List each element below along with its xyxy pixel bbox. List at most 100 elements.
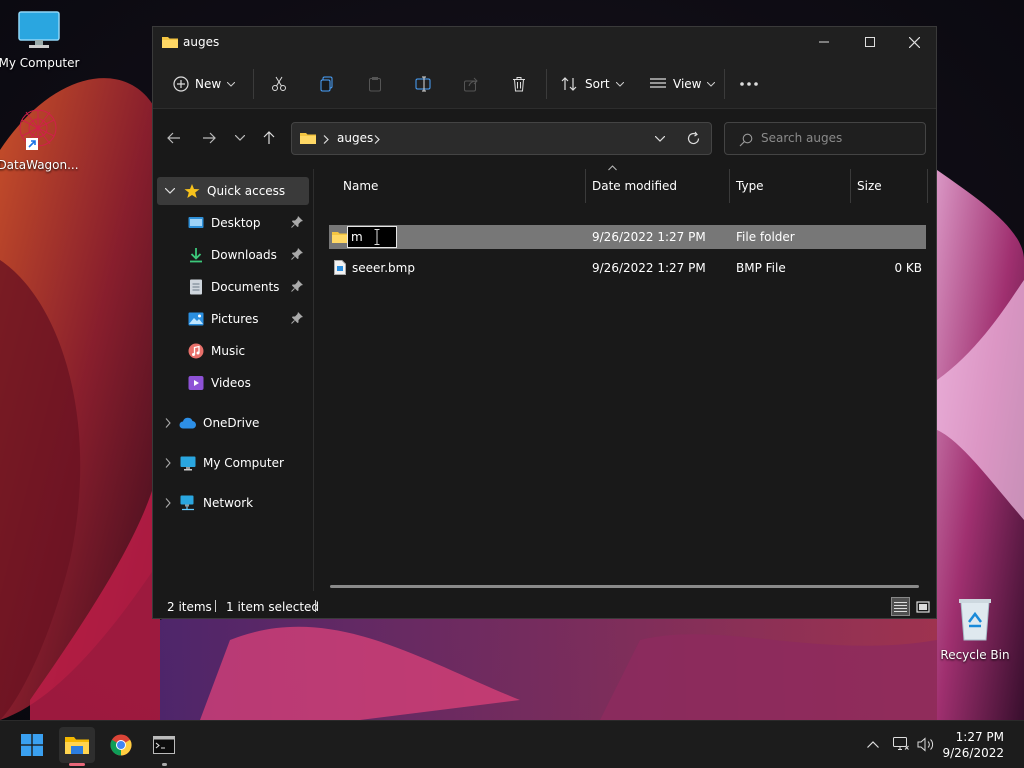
horizontal-scrollbar[interactable] [330, 585, 919, 588]
column-header-size[interactable]: Size [851, 169, 927, 203]
nav-item-network[interactable]: Network [157, 489, 309, 517]
pane-divider[interactable] [313, 169, 314, 591]
chevron-right-icon [374, 135, 380, 144]
scissors-icon [272, 76, 286, 91]
address-bar[interactable]: auges [291, 122, 712, 155]
active-app-indicator [69, 763, 85, 766]
new-button[interactable]: New [173, 71, 236, 97]
nav-item-videos[interactable]: Videos [157, 369, 309, 397]
rename-input[interactable] [347, 226, 397, 248]
network-icon [179, 494, 197, 512]
delete-button[interactable] [511, 71, 527, 97]
taskbar: 1:27 PM 9/26/2022 [0, 720, 1024, 768]
nav-item-label: Videos [211, 376, 251, 390]
refresh-icon[interactable] [686, 131, 701, 146]
file-type: File folder [736, 230, 795, 244]
nav-item-label: Network [203, 496, 254, 510]
column-header-label: Date modified [592, 179, 678, 193]
file-row-folder[interactable]: 9/26/2022 1:27 PM File folder [329, 225, 926, 249]
status-separator [315, 600, 316, 612]
desktop-icon-my-computer[interactable]: My Computer [0, 10, 80, 70]
network-status-icon[interactable] [893, 737, 909, 752]
desktop-icon-recycle-bin[interactable]: Recycle Bin [934, 596, 1016, 662]
search-input[interactable] [761, 131, 911, 145]
chevron-right-icon [323, 135, 329, 144]
chevron-down-icon [615, 81, 624, 87]
breadcrumb-auges[interactable]: auges [337, 131, 373, 145]
taskbar-file-explorer[interactable] [59, 727, 95, 766]
desktop-icon-datawagon[interactable]: DataWagon... [0, 106, 79, 172]
folder-icon [162, 37, 178, 48]
system-clock[interactable]: 1:27 PM 9/26/2022 [942, 729, 1004, 761]
chevron-down-icon[interactable] [655, 136, 665, 142]
rename-button[interactable] [415, 71, 431, 97]
pin-icon [291, 248, 303, 260]
column-header-name[interactable]: Name [329, 169, 585, 203]
back-button[interactable] [161, 125, 187, 151]
close-icon [908, 36, 920, 48]
minimize-button[interactable] [801, 27, 847, 57]
taskbar-chrome[interactable] [103, 727, 139, 763]
nav-item-label: Music [211, 344, 246, 358]
cut-button[interactable] [271, 71, 287, 97]
large-icons-view-button[interactable] [913, 597, 932, 616]
up-button[interactable] [256, 125, 282, 151]
recycle-bin-icon [959, 599, 991, 641]
column-separator[interactable] [927, 169, 928, 203]
maximize-button[interactable] [847, 27, 893, 57]
search-icon [739, 133, 753, 147]
nav-item-my-computer[interactable]: My Computer [157, 449, 309, 477]
column-header-type[interactable]: Type [730, 169, 850, 203]
file-date: 9/26/2022 1:27 PM [592, 230, 706, 244]
list-view-icon [650, 78, 666, 88]
nav-item-documents[interactable]: Documents [157, 273, 309, 301]
pin-icon [291, 280, 303, 292]
volume-icon[interactable] [917, 737, 935, 752]
arrow-right-icon [203, 132, 216, 144]
copy-button[interactable] [319, 71, 335, 97]
nav-item-label: Pictures [211, 312, 259, 326]
chevron-right-icon [165, 458, 171, 468]
clock-date: 9/26/2022 [942, 746, 1004, 760]
clipboard-icon [369, 77, 381, 92]
search-box[interactable] [724, 122, 926, 155]
terminal-icon [153, 736, 175, 754]
column-header-date[interactable]: Date modified [586, 169, 729, 203]
nav-item-music[interactable]: Music [157, 337, 309, 365]
close-button[interactable] [891, 27, 937, 57]
running-app-indicator [162, 763, 167, 766]
details-view-button[interactable] [891, 597, 910, 616]
start-button[interactable] [14, 727, 50, 763]
nav-item-desktop[interactable]: Desktop [157, 209, 309, 237]
nav-item-label: My Computer [203, 456, 284, 470]
nav-item-pictures[interactable]: Pictures [157, 305, 309, 333]
status-bar: 2 items 1 item selected [153, 593, 936, 619]
folder-icon [332, 232, 348, 243]
toolbar-separator [546, 69, 547, 99]
view-button[interactable]: View [649, 71, 716, 97]
nav-item-onedrive[interactable]: OneDrive [157, 409, 309, 437]
chevron-up-icon[interactable] [867, 741, 879, 748]
forward-button[interactable] [196, 125, 222, 151]
nav-item-downloads[interactable]: Downloads [157, 241, 309, 269]
more-options-button[interactable] [739, 71, 759, 97]
plus-circle-icon [173, 76, 189, 92]
title-bar[interactable]: auges [153, 27, 936, 57]
nav-item-label: Documents [211, 280, 280, 294]
sort-icon [561, 77, 577, 91]
arrow-up-icon [263, 131, 275, 144]
large-icons-view-icon [915, 600, 930, 613]
column-header-label: Name [343, 179, 379, 193]
sort-button[interactable]: Sort [561, 71, 624, 97]
picture-icon [187, 310, 205, 328]
chrome-icon [110, 734, 132, 756]
trash-icon [513, 77, 525, 92]
share-button[interactable] [463, 71, 479, 97]
recent-locations-button[interactable] [227, 125, 253, 151]
paste-button[interactable] [367, 71, 383, 97]
taskbar-terminal[interactable] [146, 727, 182, 766]
nav-item-quick-access[interactable]: Quick access [157, 177, 309, 205]
file-row-bmp[interactable]: seeer.bmp 9/26/2022 1:27 PM BMP File 0 K… [329, 256, 926, 280]
column-header-label: Type [736, 179, 764, 193]
maximize-icon [865, 37, 875, 47]
